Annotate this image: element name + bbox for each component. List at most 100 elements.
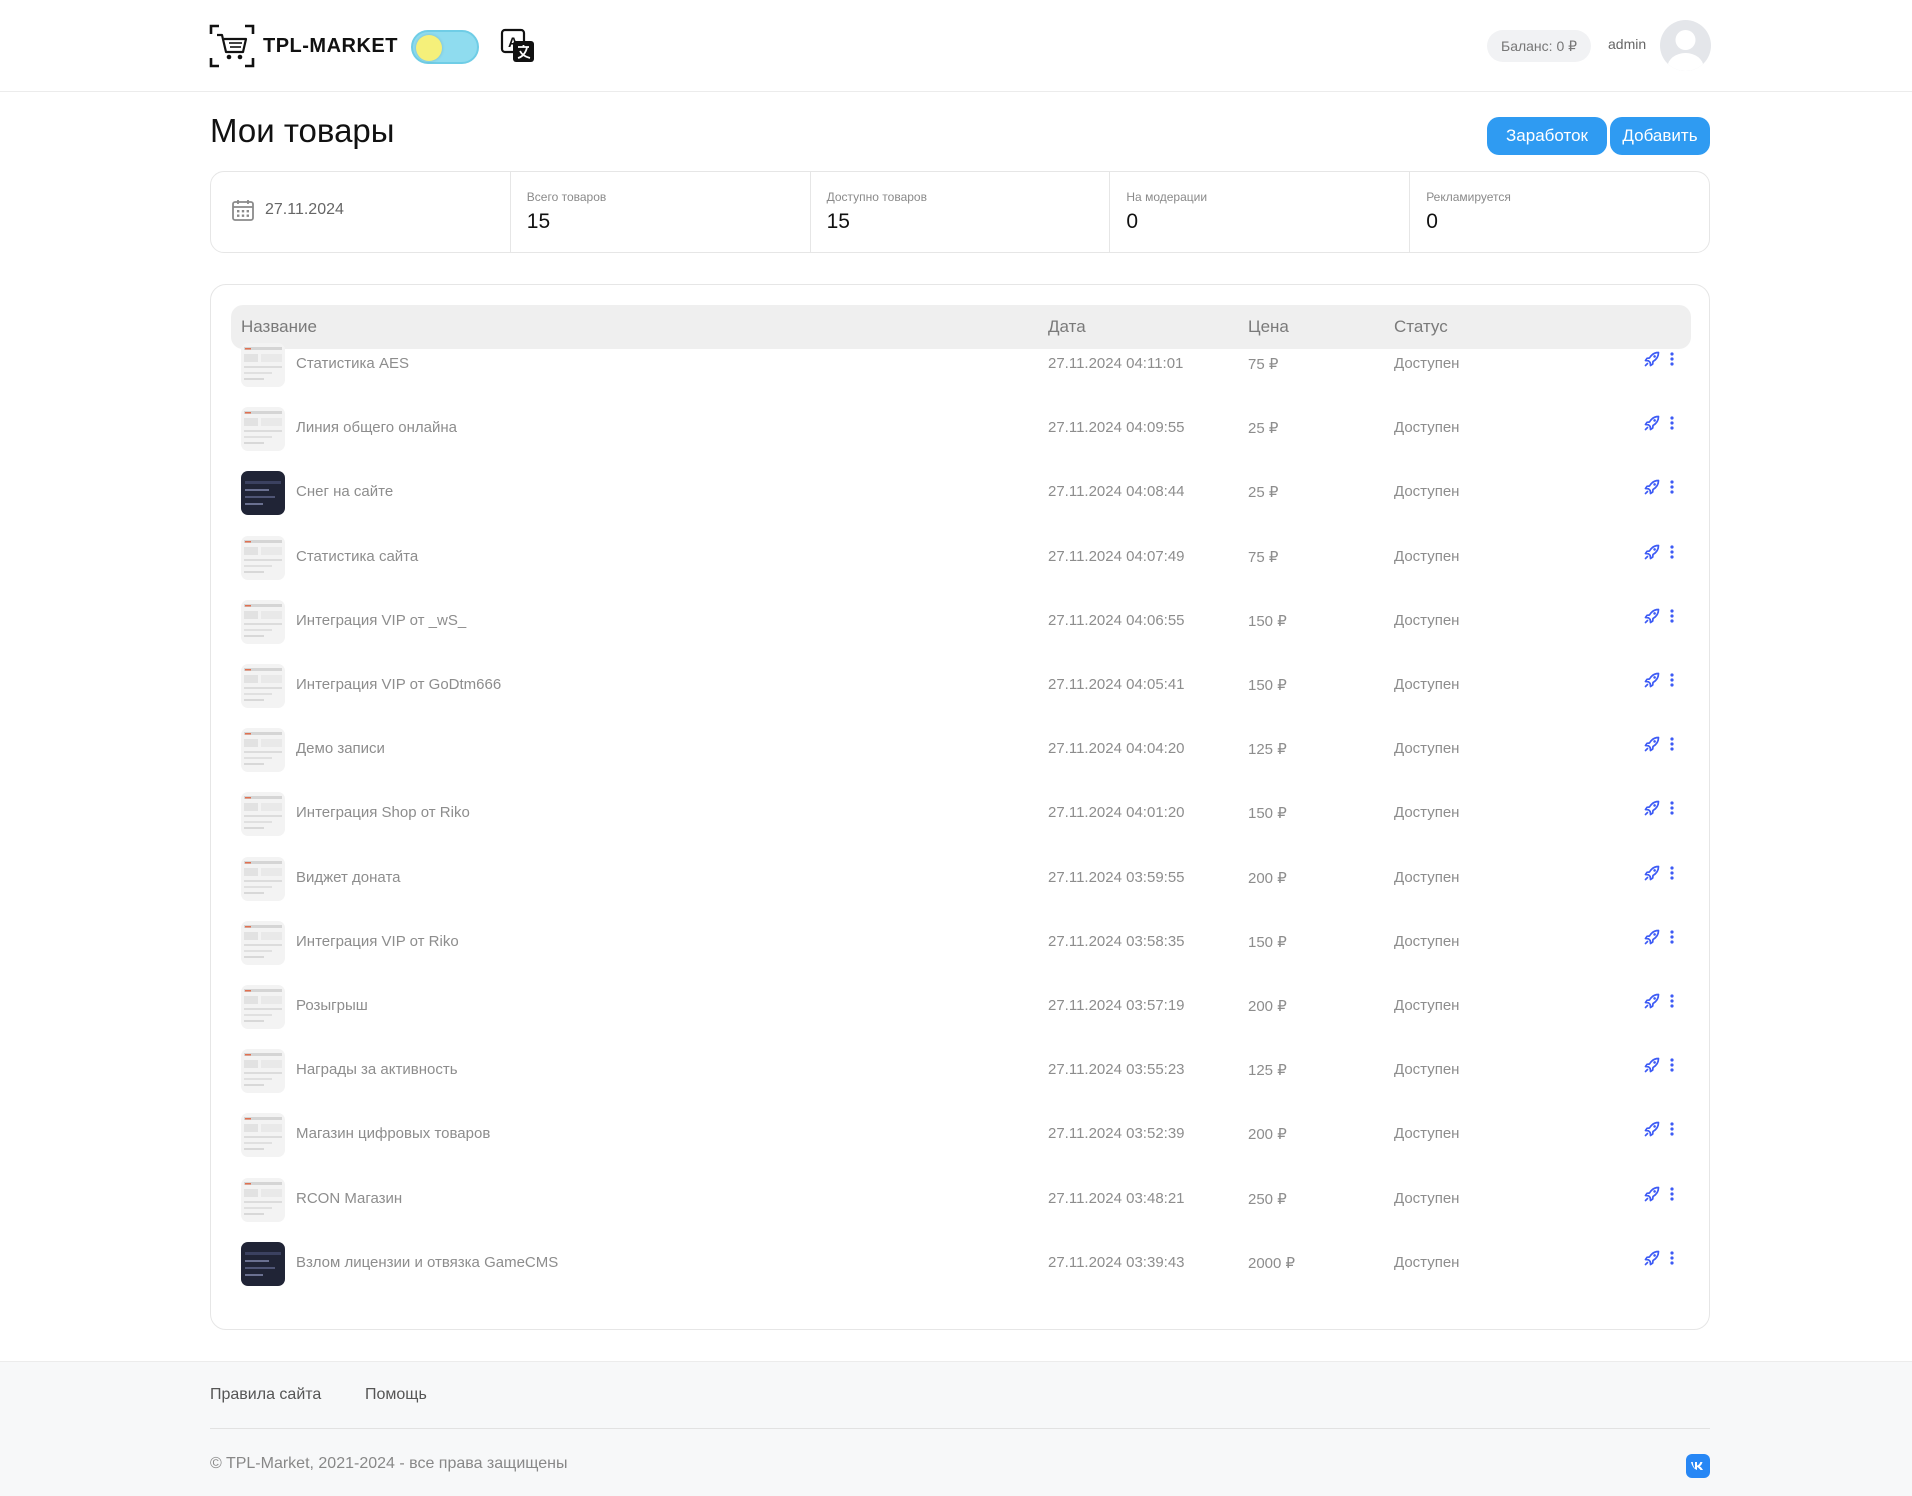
rocket-icon[interactable]	[1643, 543, 1661, 561]
product-thumbnail[interactable]	[241, 471, 285, 516]
stat-date-cell[interactable]: 27.11.2024	[211, 172, 511, 252]
more-vertical-icon[interactable]	[1669, 736, 1675, 752]
table-row[interactable]: Интеграция VIP от GoDtm666 27.11.2024 04:…	[231, 654, 1691, 718]
product-name[interactable]: Статистика сайта	[296, 548, 418, 565]
stat-available: Доступно товаров 15	[811, 172, 1111, 252]
rocket-icon[interactable]	[1643, 928, 1661, 946]
product-price: 75 ₽	[1248, 356, 1279, 373]
more-vertical-icon[interactable]	[1669, 544, 1675, 560]
table-row[interactable]: Магазин цифровых товаров 27.11.2024 03:52…	[231, 1103, 1691, 1167]
table-row[interactable]: Интеграция VIP от Riko 27.11.2024 03:58:3…	[231, 911, 1691, 975]
product-price: 125 ₽	[1248, 741, 1287, 759]
product-status: Доступен	[1394, 868, 1460, 886]
product-price: 250 ₽	[1248, 1190, 1287, 1208]
balance-badge[interactable]: Баланс: 0 ₽	[1487, 30, 1592, 62]
rocket-icon[interactable]	[1643, 992, 1661, 1010]
table-row[interactable]: Интеграция VIP от _wS_ 27.11.2024 04:06:5…	[231, 590, 1691, 654]
product-thumbnail[interactable]	[241, 985, 285, 1029]
product-thumbnail[interactable]	[241, 728, 285, 773]
table-row[interactable]: Интеграция Shop от Riko 27.11.2024 04:01:…	[231, 782, 1691, 846]
product-preview-image	[244, 668, 282, 701]
product-status: Доступен	[1394, 1061, 1460, 1079]
rocket-icon[interactable]	[1643, 1185, 1661, 1203]
table-row[interactable]: Демо записи 27.11.2024 04:04:20 125 ₽ Досту…	[231, 718, 1691, 782]
product-name[interactable]: Снег на сайте	[296, 483, 393, 500]
vk-icon[interactable]	[1686, 1454, 1710, 1478]
product-thumbnail[interactable]	[241, 1241, 285, 1286]
rocket-icon[interactable]	[1643, 799, 1661, 817]
product-thumbnail[interactable]	[241, 1049, 285, 1094]
product-name[interactable]: Магазин цифровых товаров	[296, 1125, 490, 1142]
table-row[interactable]: Статистика AES 27.11.2024 04:11:01 75 ₽ Дос…	[231, 333, 1691, 397]
more-vertical-icon[interactable]	[1669, 1121, 1675, 1137]
stat-value: 0	[1126, 210, 1139, 233]
table-row[interactable]: Розыгрыш 27.11.2024 03:57:19 200 ₽ Доступен	[231, 975, 1691, 1039]
product-name[interactable]: Розыгрыш	[296, 997, 368, 1014]
more-vertical-icon[interactable]	[1669, 1057, 1675, 1073]
rocket-icon[interactable]	[1643, 607, 1661, 625]
rocket-icon[interactable]	[1643, 671, 1661, 689]
more-vertical-icon[interactable]	[1669, 993, 1675, 1009]
site-logo[interactable]: TPL-MARKET	[209, 24, 398, 68]
more-vertical-icon[interactable]	[1669, 351, 1675, 367]
product-name[interactable]: RCON Магазин	[296, 1190, 402, 1207]
product-thumbnail[interactable]	[241, 343, 285, 387]
more-vertical-icon[interactable]	[1669, 415, 1675, 431]
rocket-icon[interactable]	[1643, 864, 1661, 882]
more-vertical-icon[interactable]	[1669, 1250, 1675, 1266]
product-name[interactable]: Интеграция VIP от Riko	[296, 933, 459, 950]
row-actions	[1643, 992, 1675, 1010]
footer-link-help[interactable]: Помощь	[365, 1386, 427, 1404]
product-price: 200 ₽	[1248, 998, 1287, 1015]
table-row[interactable]: Линия общего онлайна 27.11.2024 04:09:55 2…	[231, 397, 1691, 461]
product-thumbnail[interactable]	[241, 535, 285, 580]
rocket-icon[interactable]	[1643, 350, 1661, 368]
product-name[interactable]: Демо записи	[296, 740, 385, 757]
product-name[interactable]: Статистика AES	[296, 355, 409, 372]
product-name[interactable]: Виджет доната	[296, 869, 401, 886]
row-actions	[1643, 414, 1675, 432]
rocket-icon[interactable]	[1643, 414, 1661, 432]
translate-icon[interactable]: A	[500, 28, 536, 64]
product-thumbnail[interactable]	[241, 792, 285, 837]
rocket-icon[interactable]	[1643, 1056, 1661, 1074]
product-name[interactable]: Награды за активность	[296, 1061, 458, 1078]
product-name[interactable]: Линия общего онлайна	[296, 419, 457, 436]
table-row[interactable]: Снег на сайте 27.11.2024 04:08:44 25 ₽ Дост…	[231, 461, 1691, 525]
table-row[interactable]: Награды за активность 27.11.2024 03:55:23…	[231, 1039, 1691, 1103]
product-thumbnail[interactable]	[241, 407, 285, 452]
more-vertical-icon[interactable]	[1669, 479, 1675, 495]
product-thumbnail[interactable]	[241, 664, 285, 708]
row-actions	[1643, 350, 1675, 368]
product-name[interactable]: Интеграция VIP от _wS_	[296, 612, 466, 629]
table-row[interactable]: Виджет доната 27.11.2024 03:59:55 200 ₽ Дос…	[231, 847, 1691, 911]
product-thumbnail[interactable]	[241, 1177, 285, 1222]
product-name[interactable]: Интеграция Shop от Riko	[296, 804, 470, 821]
rocket-icon[interactable]	[1643, 1120, 1661, 1138]
more-vertical-icon[interactable]	[1669, 800, 1675, 816]
table-row[interactable]: RCON Магазин 27.11.2024 03:48:21 250 ₽ Дост…	[231, 1168, 1691, 1232]
product-thumbnail[interactable]	[241, 599, 285, 644]
product-thumbnail[interactable]	[241, 856, 285, 901]
rocket-icon[interactable]	[1643, 735, 1661, 753]
more-vertical-icon[interactable]	[1669, 865, 1675, 881]
product-name[interactable]: Взлом лицензии и отвязка GameCMS	[296, 1254, 558, 1271]
theme-toggle[interactable]	[411, 30, 479, 64]
earnings-button[interactable]: Заработок	[1487, 117, 1607, 155]
product-thumbnail[interactable]	[241, 920, 285, 965]
more-vertical-icon[interactable]	[1669, 929, 1675, 945]
more-vertical-icon[interactable]	[1669, 608, 1675, 624]
product-name[interactable]: Интеграция VIP от GoDtm666	[296, 676, 501, 693]
more-vertical-icon[interactable]	[1669, 1186, 1675, 1202]
rocket-icon[interactable]	[1643, 1249, 1661, 1267]
table-row[interactable]: Взлом лицензии и отвязка GameCMS 27.11.20…	[231, 1232, 1691, 1296]
footer-link-rules[interactable]: Правила сайта	[210, 1386, 321, 1404]
product-thumbnail[interactable]	[241, 1113, 285, 1158]
table-row[interactable]: Статистика сайта 27.11.2024 04:07:49 75 ₽ Д…	[231, 526, 1691, 590]
avatar[interactable]	[1660, 20, 1711, 71]
product-date: 27.11.2024 04:04:20	[1048, 740, 1185, 758]
username[interactable]: admin	[1608, 36, 1646, 52]
more-vertical-icon[interactable]	[1669, 672, 1675, 688]
add-product-button[interactable]: Добавить	[1610, 117, 1710, 155]
rocket-icon[interactable]	[1643, 478, 1661, 496]
